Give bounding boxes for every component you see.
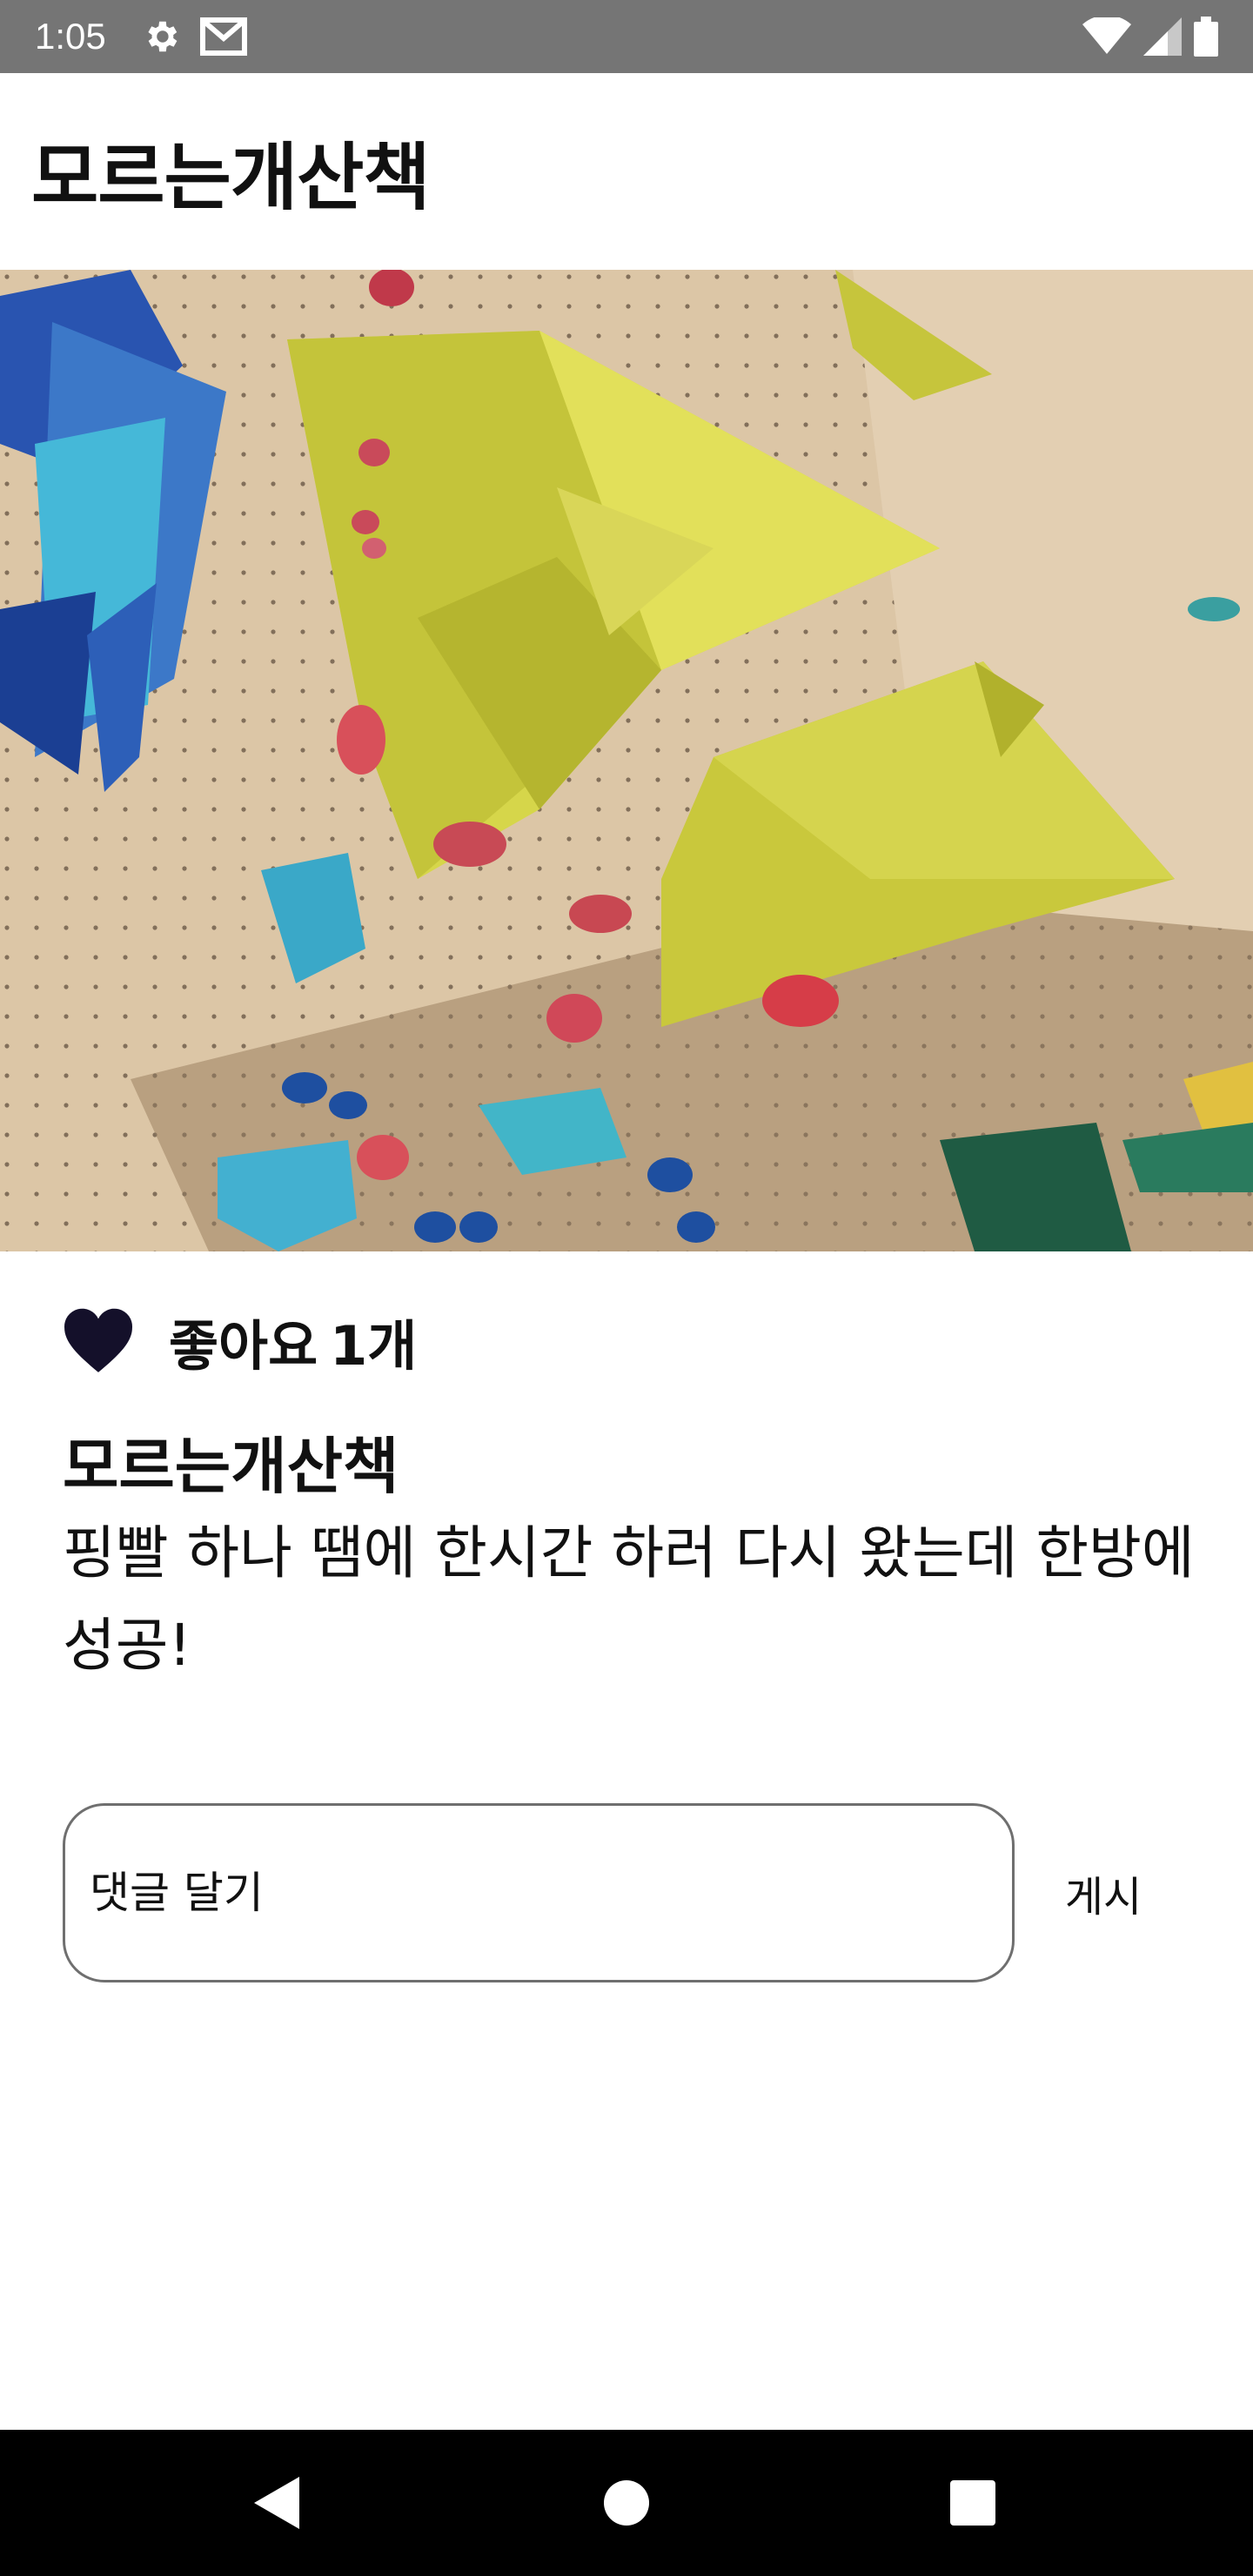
comment-input[interactable] bbox=[63, 1803, 1015, 1982]
navigation-bar bbox=[0, 2430, 1253, 2576]
likes-label: 좋아요 bbox=[169, 1314, 318, 1378]
likes-count-value: 1개 bbox=[330, 1314, 418, 1378]
home-icon bbox=[604, 2480, 649, 2526]
caption-text: 핑빨 하나 땜에 한시간 하러 다시 왔는데 한방에 성공! bbox=[63, 1519, 1195, 1679]
heart-icon[interactable] bbox=[63, 1308, 134, 1374]
gmail-icon bbox=[199, 17, 247, 56]
recents-icon bbox=[950, 2480, 995, 2526]
post-comment-button[interactable]: 게시 bbox=[1034, 1803, 1173, 1982]
settings-icon bbox=[141, 17, 181, 57]
caption-username: 모르는개산책 bbox=[63, 1431, 399, 1502]
post-image bbox=[0, 270, 1253, 1251]
back-icon bbox=[254, 2477, 299, 2529]
back-button[interactable] bbox=[190, 2430, 364, 2576]
battery-icon bbox=[1194, 17, 1218, 57]
post-caption: 모르는개산책 핑빨 하나 땜에 한시간 하러 다시 왔는데 한방에 성공! bbox=[63, 1427, 1229, 1692]
likes-count: 좋아요 1개 bbox=[169, 1302, 417, 1380]
climbing-wall-illustration bbox=[0, 270, 1253, 1251]
wifi-icon bbox=[1082, 17, 1131, 56]
app-bar: 모르는개산책 bbox=[0, 73, 1253, 270]
status-notification-icons bbox=[141, 17, 247, 57]
cellular-icon bbox=[1143, 17, 1182, 56]
status-time: 1:05 bbox=[35, 16, 106, 57]
status-bar: 1:05 bbox=[0, 0, 1253, 73]
page-title: 모르는개산책 bbox=[31, 134, 431, 220]
likes-row: 좋아요 1개 bbox=[63, 1302, 417, 1380]
status-system-icons bbox=[1082, 0, 1218, 73]
home-button[interactable] bbox=[539, 2430, 714, 2576]
recents-button[interactable] bbox=[886, 2430, 1060, 2576]
